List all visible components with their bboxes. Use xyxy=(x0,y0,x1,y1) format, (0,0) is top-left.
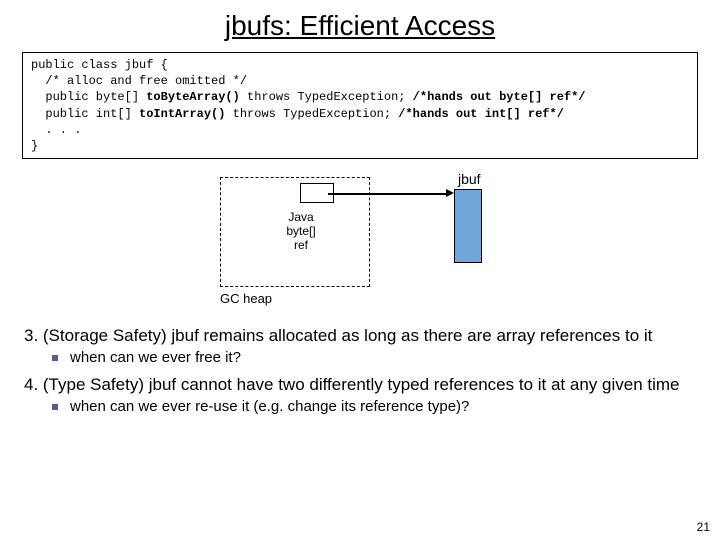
slide-title: jbufs: Efficient Access xyxy=(0,0,720,48)
code-comment: /*hands out byte[] ref*/ xyxy=(413,90,586,104)
diagram: GC heap Java byte[] ref jbuf xyxy=(180,169,540,319)
page-number: 21 xyxy=(697,520,710,534)
code-line: /* alloc and free omitted */ xyxy=(31,74,247,88)
bullet-list: when can we ever free it? xyxy=(52,348,720,368)
code-line: public class jbuf { xyxy=(31,58,168,72)
bullet-list: when can we ever re-use it (e.g. change … xyxy=(52,397,720,417)
arrow-icon xyxy=(328,193,448,195)
jbuf-label: jbuf xyxy=(458,171,481,187)
java-ref-label: Java byte[] ref xyxy=(278,211,324,252)
arrow-head-icon xyxy=(446,189,454,197)
code-line: . . . xyxy=(31,123,81,137)
code-line: throws TypedException; xyxy=(225,107,398,121)
code-line: public int[] xyxy=(31,107,139,121)
code-method: toByteArray() xyxy=(146,90,240,104)
gc-heap-label: GC heap xyxy=(220,291,272,306)
code-line: } xyxy=(31,139,38,153)
point-3: 3. (Storage Safety) jbuf remains allocat… xyxy=(24,325,696,346)
code-comment: /*hands out int[] ref*/ xyxy=(398,107,564,121)
list-item: when can we ever free it? xyxy=(52,348,720,368)
list-item: when can we ever re-use it (e.g. change … xyxy=(52,397,720,417)
point-4: 4. (Type Safety) jbuf cannot have two di… xyxy=(24,374,696,395)
jbuf-rect xyxy=(454,189,482,263)
code-method: toIntArray() xyxy=(139,107,225,121)
code-line: throws TypedException; xyxy=(240,90,413,104)
code-block: public class jbuf { /* alloc and free om… xyxy=(22,52,698,159)
code-line: public byte[] xyxy=(31,90,146,104)
